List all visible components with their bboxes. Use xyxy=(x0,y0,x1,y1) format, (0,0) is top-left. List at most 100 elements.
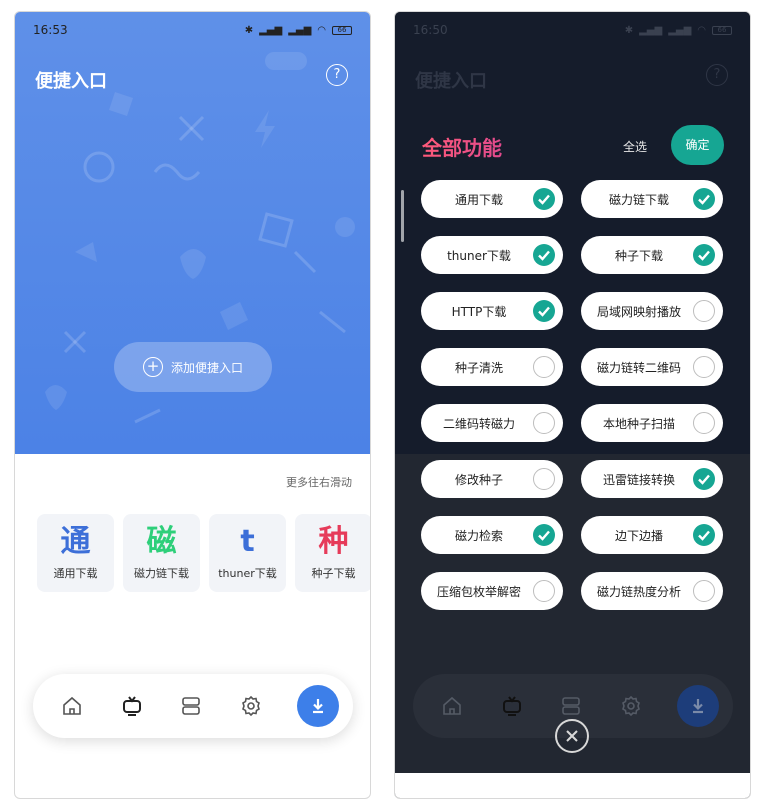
feature-toggle[interactable]: 迅雷链接转换 xyxy=(581,460,723,498)
feature-toggle[interactable]: 种子清洗 xyxy=(421,348,563,386)
signal-icon-2: ▂▄▆ xyxy=(668,24,692,36)
scrollbar[interactable] xyxy=(401,190,404,242)
feature-toggle[interactable]: 磁力链转二维码 xyxy=(581,348,723,386)
add-shortcut-button[interactable]: + 添加便捷入口 xyxy=(114,342,272,392)
download-icon xyxy=(693,699,703,714)
checkmark-icon[interactable] xyxy=(693,244,715,266)
help-icon[interactable]: ? xyxy=(326,64,348,86)
tv-icon[interactable] xyxy=(119,693,145,719)
feature-toggle[interactable]: 磁力链下载 xyxy=(581,180,723,218)
feature-toggle[interactable]: 边下边播 xyxy=(581,516,723,554)
status-bar: 16:53 ✱ ▂▄▆ ▂▄▆ ◠ 66 xyxy=(33,22,352,38)
page-title: 便捷入口 xyxy=(35,71,107,92)
unchecked-circle-icon[interactable] xyxy=(533,356,555,378)
checkmark-icon[interactable] xyxy=(533,188,555,210)
feature-label: 种子下载 xyxy=(614,248,663,263)
feature-toggle[interactable]: 种子下载 xyxy=(581,236,723,274)
hero-banner: 16:53 ✱ ▂▄▆ ▂▄▆ ◠ 66 便捷入口 ? + 添加便捷入口 xyxy=(15,12,370,454)
add-shortcut-label: 添加便捷入口 xyxy=(170,360,243,375)
feature-toggle[interactable]: 修改种子 xyxy=(421,460,563,498)
battery-icon: 66 xyxy=(712,25,732,35)
gear-icon[interactable] xyxy=(238,693,264,719)
feature-label: 修改种子 xyxy=(454,472,503,487)
help-icon: ? xyxy=(706,64,728,86)
unchecked-circle-icon[interactable] xyxy=(693,300,715,322)
feature-toggle[interactable]: 压缩包枚举解密 xyxy=(421,572,563,610)
checkmark-icon[interactable] xyxy=(693,468,715,490)
battery-icon: 66 xyxy=(332,25,352,35)
wifi-icon: ◠ xyxy=(697,24,706,36)
shortcut-card-torrent-download[interactable]: 种 种子下载 xyxy=(295,514,370,592)
wifi-icon: ◠ xyxy=(317,24,326,36)
download-icon xyxy=(313,699,323,714)
feature-label: 通用下载 xyxy=(454,192,503,207)
select-all-button[interactable]: 全选 xyxy=(623,138,647,155)
checkmark-icon[interactable] xyxy=(693,188,715,210)
feature-label: 压缩包枚举解密 xyxy=(436,584,521,599)
unchecked-circle-icon[interactable] xyxy=(693,356,715,378)
signal-icon-2: ▂▄▆ xyxy=(288,24,312,36)
status-bar: 16:50 ✱ ▂▄▆ ▂▄▆ ◠ 66 xyxy=(413,22,732,38)
bottom-tab-bar xyxy=(33,674,353,738)
feature-label: 磁力链转二维码 xyxy=(596,360,681,375)
home-icon xyxy=(439,693,465,719)
checkmark-icon[interactable] xyxy=(533,244,555,266)
checkmark-icon[interactable] xyxy=(533,300,555,322)
card-glyph: t xyxy=(240,524,255,559)
unchecked-circle-icon[interactable] xyxy=(533,468,555,490)
feature-toggle[interactable]: 二维码转磁力 xyxy=(421,404,563,442)
shortcut-card-thuner-download[interactable]: t thuner下载 xyxy=(209,514,286,592)
signal-icon: ▂▄▆ xyxy=(259,24,283,36)
feature-label: 本地种子扫描 xyxy=(602,416,675,431)
card-label: thuner下载 xyxy=(218,567,277,580)
shortcut-card-magnet-download[interactable]: 磁 磁力链下载 xyxy=(123,514,200,592)
card-label: 磁力链下载 xyxy=(134,567,189,580)
feature-toggle[interactable]: 磁力链热度分析 xyxy=(581,572,723,610)
feature-label: 磁力检索 xyxy=(454,528,503,543)
feature-toggle[interactable]: 磁力检索 xyxy=(421,516,563,554)
feature-label: 迅雷链接转换 xyxy=(602,472,675,487)
feature-label: thuner下载 xyxy=(447,248,511,263)
cards-icon[interactable] xyxy=(178,693,204,719)
plus-icon: + xyxy=(142,357,163,377)
unchecked-circle-icon[interactable] xyxy=(693,412,715,434)
panel-title: 全部功能 xyxy=(422,132,502,161)
checkmark-icon[interactable] xyxy=(693,524,715,546)
page-title: 便捷入口 xyxy=(415,71,487,92)
unchecked-circle-icon[interactable] xyxy=(533,580,555,602)
cards-icon xyxy=(558,693,584,719)
feature-grid: 通用下载 磁力链下载 thuner下载 种子下载 HTTP下载 局域网映射播放 种子清洗 磁力… xyxy=(421,180,723,610)
download-button[interactable] xyxy=(297,685,339,727)
feature-label: 磁力链热度分析 xyxy=(596,584,681,599)
scroll-hint: 更多往右滑动 xyxy=(286,476,352,489)
home-icon[interactable] xyxy=(59,693,85,719)
feature-label: 磁力链下载 xyxy=(608,192,669,207)
feature-toggle[interactable]: 局域网映射播放 xyxy=(581,292,723,330)
status-time: 16:50 xyxy=(413,23,448,37)
feature-toggle[interactable]: 本地种子扫描 xyxy=(581,404,723,442)
close-icon xyxy=(566,730,578,742)
feature-toggle[interactable]: thuner下载 xyxy=(421,236,563,274)
card-label: 通用下载 xyxy=(53,567,98,580)
unchecked-circle-icon[interactable] xyxy=(533,412,555,434)
feature-toggle[interactable]: HTTP下载 xyxy=(421,292,563,330)
feature-label: HTTP下载 xyxy=(451,304,507,319)
gear-icon xyxy=(618,693,644,719)
screen-shortcuts: 16:53 ✱ ▂▄▆ ▂▄▆ ◠ 66 便捷入口 ? + 添加便捷入口 更多往… xyxy=(14,11,371,799)
shortcut-cards: 通 通用下载 磁 磁力链下载 t thuner下载 种 种子下载 xyxy=(37,514,370,592)
feature-label: 种子清洗 xyxy=(454,360,503,375)
card-label: 种子下载 xyxy=(311,567,356,580)
feature-label: 局域网映射播放 xyxy=(596,304,681,319)
card-glyph: 种 xyxy=(318,524,349,559)
feature-toggle[interactable]: 通用下载 xyxy=(421,180,563,218)
checkmark-icon[interactable] xyxy=(533,524,555,546)
card-glyph: 通 xyxy=(60,524,91,559)
shortcut-card-general-download[interactable]: 通 通用下载 xyxy=(37,514,114,592)
unchecked-circle-icon[interactable] xyxy=(693,580,715,602)
bluetooth-icon: ✱ xyxy=(244,24,254,36)
card-glyph: 磁 xyxy=(146,524,177,559)
bluetooth-icon: ✱ xyxy=(624,24,634,36)
confirm-button[interactable]: 确定 xyxy=(671,125,724,165)
close-button[interactable] xyxy=(555,719,589,753)
download-button-dimmed xyxy=(677,685,719,727)
